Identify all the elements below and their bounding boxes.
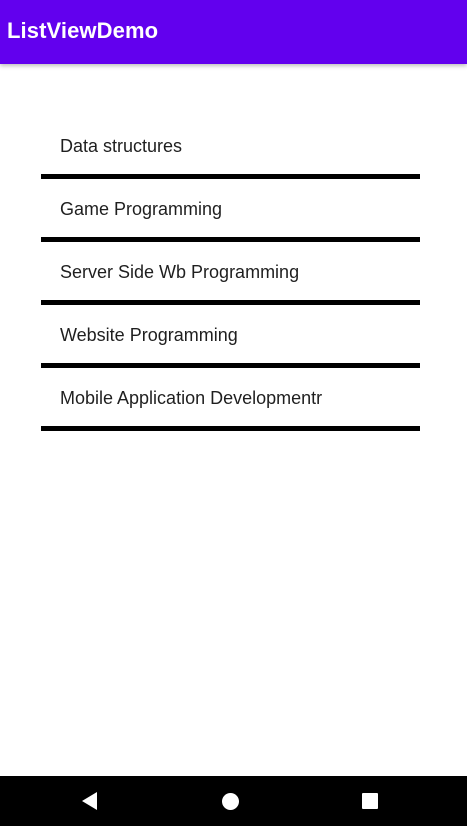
back-button[interactable]: [78, 790, 100, 812]
list-item-label: Mobile Application Developmentr: [60, 388, 323, 408]
list-item[interactable]: Website Programming: [41, 305, 420, 368]
recents-square-icon: [362, 793, 378, 809]
app-bar: ListViewDemo: [0, 0, 467, 64]
system-navigation-bar: [0, 776, 467, 826]
recents-button[interactable]: [359, 790, 381, 812]
home-button[interactable]: [219, 790, 241, 812]
list-item[interactable]: Game Programming: [41, 179, 420, 242]
list-item-label: Server Side Wb Programming: [60, 262, 300, 282]
list-item-label: Website Programming: [60, 325, 238, 345]
list-item[interactable]: Server Side Wb Programming: [41, 242, 420, 305]
app-title: ListViewDemo: [7, 18, 159, 43]
list-item-label: Data structures: [60, 136, 183, 156]
list-item[interactable]: Data structures: [41, 116, 420, 179]
back-triangle-icon: [81, 792, 97, 810]
list-item[interactable]: Mobile Application Developmentr: [41, 368, 420, 431]
list-item-label: Game Programming: [60, 199, 223, 219]
screen: ListViewDemo Data structures Game Progra…: [0, 0, 467, 826]
list-view[interactable]: Data structures Game Programming Server …: [41, 116, 420, 431]
home-circle-icon: [221, 792, 239, 810]
